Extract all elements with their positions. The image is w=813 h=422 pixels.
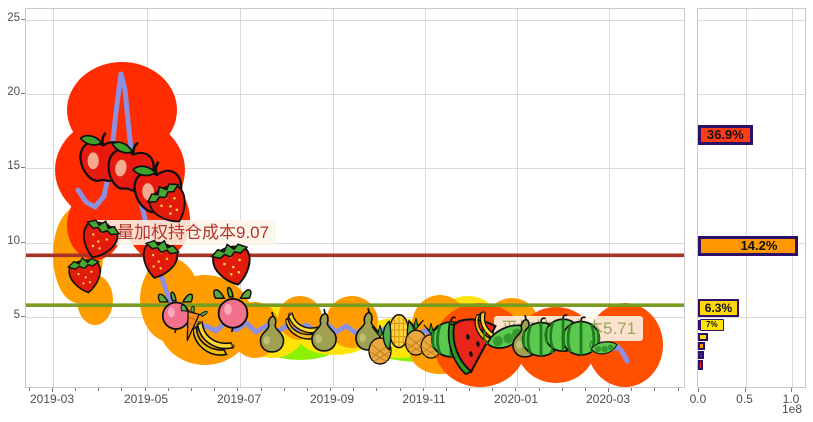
gridline: [26, 94, 684, 95]
distribution-bar: 6.3%: [698, 299, 739, 317]
minor-tick-mark: [492, 388, 493, 391]
gridline: [698, 168, 805, 169]
x-tick-label: 2019-11: [402, 392, 445, 406]
x-tick-label: 2019-05: [124, 392, 168, 406]
x-tick-label: 2020-03: [586, 392, 630, 406]
minor-tick-mark: [168, 388, 169, 391]
gridline: [425, 9, 426, 387]
minor-tick-mark: [678, 388, 679, 391]
y-tick-mark: [21, 19, 25, 20]
gridline: [792, 9, 793, 387]
distribution-bar: [698, 333, 708, 341]
minor-tick-mark: [261, 388, 262, 391]
bar-label: 6.3%: [699, 300, 738, 316]
gridline: [333, 9, 334, 387]
minor-tick-mark: [98, 388, 99, 391]
bar-label: 14.2%: [741, 239, 778, 252]
distribution-bar: 36.9%: [698, 125, 753, 145]
distribution-bar: [698, 360, 703, 370]
x-tick-mark: [698, 388, 699, 392]
chip-distribution-chart: 交量加权持仓成本9.07 平均持仓成本5.71: [0, 0, 813, 422]
y-tick-label: 25: [0, 12, 20, 24]
minor-tick-mark: [631, 388, 632, 391]
x-tick-label: 2020-01: [494, 392, 538, 406]
y-tick-mark: [21, 167, 25, 168]
gridline: [147, 9, 148, 387]
y-tick-label: 5: [0, 309, 20, 321]
minor-tick-mark: [562, 388, 563, 391]
gridline: [53, 9, 54, 387]
minor-tick-mark: [515, 388, 516, 391]
minor-tick-mark: [446, 388, 447, 391]
minor-tick-mark: [121, 388, 122, 391]
x-tick-label: 2019-09: [310, 392, 354, 406]
minor-tick-mark: [214, 388, 215, 391]
x-tick-label: 2019-03: [30, 392, 74, 406]
distribution-bar: [698, 342, 705, 350]
avg-cost-label-text: 平均持仓成本5.71: [501, 319, 636, 338]
minor-tick-mark: [307, 388, 308, 391]
x-tick-label: 0.0: [690, 392, 707, 406]
x-tick-label: 1.0: [783, 392, 800, 406]
minor-tick-mark: [539, 388, 540, 391]
x-tick-mark: [791, 388, 792, 392]
y-tick-mark: [21, 316, 25, 317]
x-tick-mark: [745, 388, 746, 392]
y-tick-label: 15: [0, 160, 20, 172]
bar-label: 36.9%: [707, 128, 744, 141]
minor-tick-mark: [400, 388, 401, 391]
minor-tick-mark: [330, 388, 331, 391]
minor-tick-mark: [585, 388, 586, 391]
minor-tick-mark: [29, 388, 30, 391]
minor-tick-mark: [52, 388, 53, 392]
minor-tick-mark: [376, 388, 377, 391]
gridline: [746, 9, 747, 387]
avg-cost-label: 平均持仓成本5.71: [494, 316, 643, 341]
minor-tick-mark: [423, 388, 424, 391]
minor-tick-mark: [353, 388, 354, 391]
gridline: [26, 168, 684, 169]
x-tick-label: 0.5: [736, 392, 753, 406]
gridline: [26, 20, 684, 21]
minor-tick-mark: [191, 388, 192, 391]
bar-label: 7%: [700, 319, 724, 331]
minor-tick-mark: [75, 388, 76, 391]
distribution-bar: 14.2%: [698, 236, 798, 256]
y-tick-mark: [21, 93, 25, 94]
minor-tick-mark: [654, 388, 655, 391]
vwap-label-text: 交量加权持仓成本9.07: [100, 223, 269, 242]
gridline: [698, 20, 805, 21]
minor-tick-mark: [145, 388, 146, 391]
minor-tick-mark: [608, 388, 609, 392]
vwap-label: 交量加权持仓成本9.07: [93, 220, 276, 245]
minor-tick-mark: [469, 388, 470, 391]
minor-tick-mark: [237, 388, 238, 391]
gridline: [698, 94, 805, 95]
x-tick-label: 2019-07: [217, 392, 261, 406]
minor-tick-mark: [284, 388, 285, 391]
distribution-bar: 7%: [698, 320, 714, 330]
y-tick-mark: [21, 242, 25, 243]
y-tick-label: 20: [0, 86, 20, 98]
gridline: [240, 9, 241, 387]
y-tick-label: 10: [0, 235, 20, 247]
distribution-bar: [698, 351, 704, 359]
